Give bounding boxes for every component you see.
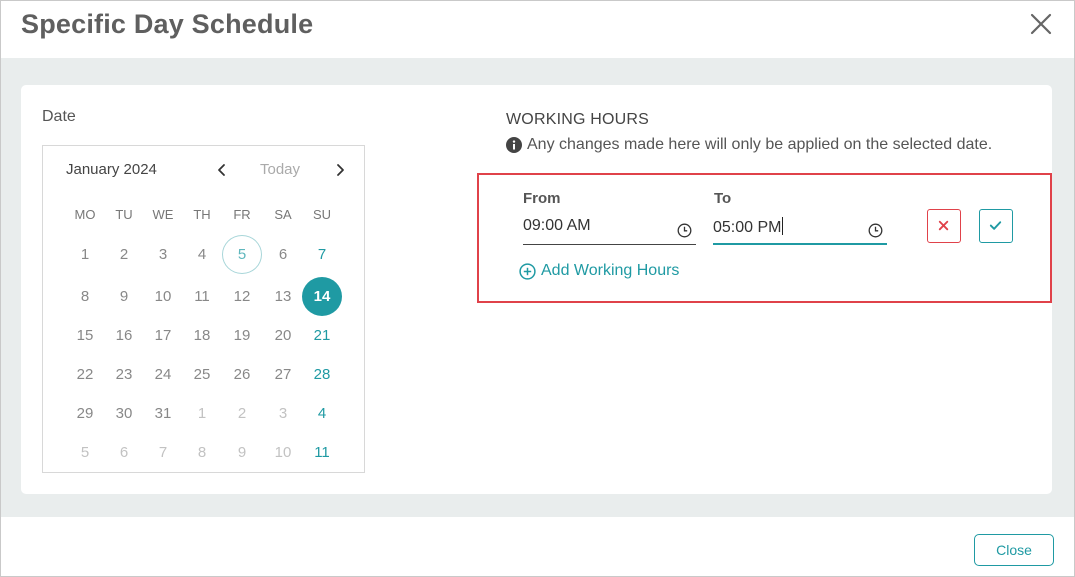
to-time-value: 05:00 PM xyxy=(713,217,784,236)
calendar-day[interactable]: 6 xyxy=(104,433,144,472)
weekday-header: TU xyxy=(115,207,133,222)
calendar-day-today[interactable]: 5 xyxy=(222,235,262,274)
calendar-day[interactable]: 10 xyxy=(263,433,303,472)
calendar-day[interactable]: 19 xyxy=(222,316,262,355)
to-label: To xyxy=(714,190,732,207)
weekday-header: SU xyxy=(312,207,332,222)
dialog-title: Specific Day Schedule xyxy=(21,9,314,39)
calendar-day[interactable]: 9 xyxy=(104,277,144,316)
calendar-day[interactable]: 16 xyxy=(104,316,144,355)
info-text: Any changes made here will only be appli… xyxy=(527,136,993,153)
calendar-day[interactable]: 7 xyxy=(302,235,342,274)
calendar-day[interactable]: 8 xyxy=(182,433,222,472)
info-icon xyxy=(506,137,522,153)
working-hours-info: Any changes made here will only be appli… xyxy=(506,136,992,154)
cancel-edit-button[interactable] xyxy=(927,209,961,243)
dialog-header: Specific Day Schedule xyxy=(1,1,1074,58)
calendar-grid: MO TU WE TH FR SA SU 1 2 3 4 5 6 7 8 9 10 11 12 13 14 15 16 17 1… xyxy=(43,146,366,474)
calendar-day[interactable]: 1 xyxy=(65,235,105,274)
dialog-footer: Close xyxy=(1,517,1074,576)
from-time-value: 09:00 AM xyxy=(523,217,591,234)
calendar-day[interactable]: 31 xyxy=(143,394,183,433)
calendar-day[interactable]: 7 xyxy=(143,433,183,472)
calendar-day[interactable]: 22 xyxy=(65,355,105,394)
weekday-header: TH xyxy=(193,207,211,222)
add-working-hours-label: Add Working Hours xyxy=(541,262,680,279)
from-time-field[interactable]: 09:00 AM xyxy=(523,213,696,245)
check-icon xyxy=(989,221,1002,230)
calendar-day[interactable]: 1 xyxy=(182,394,222,433)
calendar-day[interactable]: 5 xyxy=(65,433,105,472)
add-working-hours-link[interactable]: Add Working Hours xyxy=(519,262,679,280)
weekday-header: SA xyxy=(274,207,292,222)
from-label: From xyxy=(523,190,561,207)
date-calendar: January 2024 Today MO TU WE TH FR SA SU 1 2 3 4 5 6 7… xyxy=(42,145,365,473)
weekday-header: MO xyxy=(74,207,96,222)
calendar-day[interactable]: 9 xyxy=(222,433,262,472)
calendar-day-selected[interactable]: 14 xyxy=(302,277,342,316)
calendar-day[interactable]: 27 xyxy=(263,355,303,394)
weekday-header: WE xyxy=(152,207,174,222)
confirm-edit-button[interactable] xyxy=(979,209,1013,243)
calendar-day[interactable]: 11 xyxy=(302,433,342,472)
clock-icon[interactable] xyxy=(677,223,692,238)
calendar-day[interactable]: 18 xyxy=(182,316,222,355)
calendar-day[interactable]: 3 xyxy=(143,235,183,274)
clock-icon[interactable] xyxy=(868,223,883,238)
calendar-day[interactable]: 10 xyxy=(143,277,183,316)
calendar-day[interactable]: 21 xyxy=(302,316,342,355)
calendar-day[interactable]: 24 xyxy=(143,355,183,394)
calendar-day[interactable]: 4 xyxy=(302,394,342,433)
calendar-day[interactable]: 20 xyxy=(263,316,303,355)
working-hours-title: WORKING HOURS xyxy=(506,111,650,128)
specific-day-schedule-dialog: Specific Day Schedule Date January 2024 … xyxy=(0,0,1075,577)
dialog-body: Date January 2024 Today MO TU WE TH FR SA SU 1 2… xyxy=(1,58,1074,517)
calendar-day[interactable]: 2 xyxy=(222,394,262,433)
calendar-day[interactable]: 17 xyxy=(143,316,183,355)
close-button[interactable]: Close xyxy=(974,534,1054,566)
add-circle-icon xyxy=(519,262,536,280)
date-label: Date xyxy=(42,108,76,125)
calendar-day[interactable]: 29 xyxy=(65,394,105,433)
calendar-day[interactable]: 26 xyxy=(222,355,262,394)
calendar-day[interactable]: 28 xyxy=(302,355,342,394)
calendar-day[interactable]: 15 xyxy=(65,316,105,355)
calendar-day[interactable]: 13 xyxy=(263,277,303,316)
to-time-field[interactable]: 05:00 PM xyxy=(713,213,887,245)
calendar-day[interactable]: 23 xyxy=(104,355,144,394)
calendar-day[interactable]: 2 xyxy=(104,235,144,274)
close-icon xyxy=(938,220,949,231)
calendar-day[interactable]: 30 xyxy=(104,394,144,433)
close-icon[interactable] xyxy=(1028,11,1054,37)
schedule-panel: Date January 2024 Today MO TU WE TH FR SA SU 1 2… xyxy=(21,85,1052,494)
calendar-day[interactable]: 25 xyxy=(182,355,222,394)
weekday-header: FR xyxy=(233,207,251,222)
calendar-day[interactable]: 12 xyxy=(222,277,262,316)
calendar-day[interactable]: 8 xyxy=(65,277,105,316)
calendar-day[interactable]: 3 xyxy=(263,394,303,433)
calendar-day[interactable]: 11 xyxy=(182,277,222,316)
calendar-day[interactable]: 6 xyxy=(263,235,303,274)
calendar-day[interactable]: 4 xyxy=(182,235,222,274)
